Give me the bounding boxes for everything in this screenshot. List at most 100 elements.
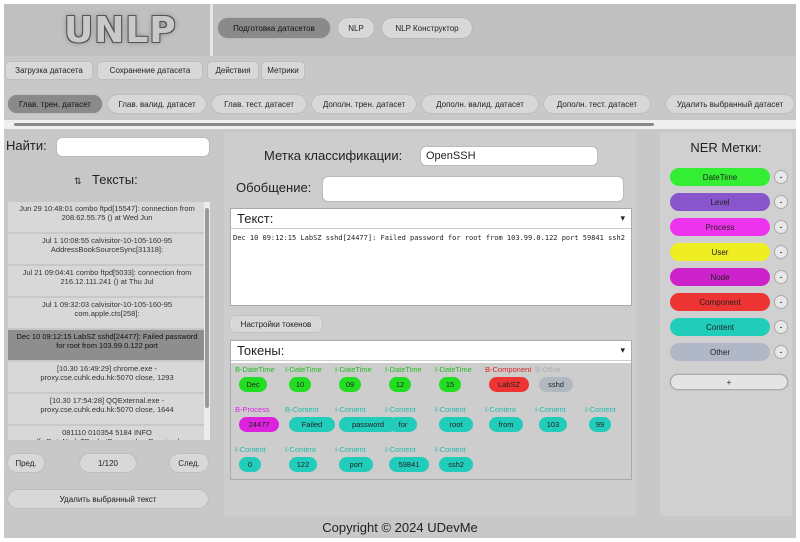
token-chip[interactable]: port (339, 457, 373, 472)
texts-title: Тексты: (92, 172, 138, 187)
token-chip[interactable]: ssh2 (439, 457, 473, 472)
class-label: Метка классификации: (264, 148, 403, 163)
token-chip[interactable]: from (489, 417, 523, 432)
token-label: I-DateTime (385, 365, 422, 374)
token-label: B-Component (485, 365, 532, 374)
ner-label-node[interactable]: Node (670, 268, 770, 286)
prev-button[interactable]: Пред. (8, 454, 44, 472)
chevron-down-icon[interactable]: ▾ (620, 213, 625, 224)
text-section-header[interactable]: Текст: ▾ (231, 209, 631, 229)
delete-text-button[interactable]: Удалить выбранный текст (8, 490, 208, 508)
token-chip[interactable]: 59841 (389, 457, 429, 472)
ner-label-list: DateTime - Level - Process - User - Node - Compone… (660, 168, 792, 398)
token-label: I-Content (385, 445, 416, 454)
menu-metrics[interactable]: Метрики (262, 62, 304, 79)
menu-actions[interactable]: Действия (208, 62, 258, 79)
remove-label-button[interactable]: - (774, 320, 788, 334)
token-settings-button[interactable]: Настройки токенов (230, 316, 322, 332)
remove-label-button[interactable]: - (774, 170, 788, 184)
list-item[interactable]: Jul 1 10:08:55 calvisitor-10-105-160-95 … (8, 234, 206, 264)
list-scrollbar[interactable] (204, 202, 210, 440)
token-chip[interactable]: 09 (339, 377, 361, 392)
app-logo: UNLP (64, 10, 177, 51)
tab-main-train[interactable]: Глав. трен. датасет (8, 95, 102, 113)
token-chip[interactable]: for (389, 417, 417, 432)
token-label: I-Content (435, 405, 466, 414)
token-chip[interactable]: Failed (289, 417, 335, 432)
tab-extra-test[interactable]: Дополн. тест. датасет (544, 95, 650, 113)
list-item[interactable]: Jun 29 10:48:01 combo ftpd[15547]: conne… (8, 202, 206, 232)
tab-main-valid[interactable]: Глав. валид. датасет (108, 95, 206, 113)
tab-extra-valid[interactable]: Дополн. валид. датасет (422, 95, 538, 113)
tokens-section-header[interactable]: Токены: ▾ (231, 341, 631, 361)
scrollbar-thumb[interactable] (14, 123, 654, 126)
token-chip[interactable]: root (439, 417, 473, 432)
list-item[interactable]: [10.30 16:49:29] chrome.exe - proxy.cse.… (8, 362, 206, 392)
remove-label-button[interactable]: - (774, 345, 788, 359)
class-input[interactable]: OpenSSH (420, 146, 598, 166)
tab-dataset-prep[interactable]: Подготовка датасетов (218, 18, 330, 38)
token-label: I-Content (485, 405, 516, 414)
search-input[interactable] (56, 137, 210, 157)
editor-panel: Метка классификации: OpenSSH Обобщение: … (224, 132, 636, 516)
remove-label-button[interactable]: - (774, 195, 788, 209)
scrollbar-thumb[interactable] (205, 208, 209, 408)
texts-list: Jun 29 10:48:01 combo ftpd[15547]: conne… (4, 200, 214, 440)
horizontal-scrollbar[interactable] (4, 120, 796, 129)
add-label-button[interactable]: + (670, 374, 788, 390)
remove-label-button[interactable]: - (774, 270, 788, 284)
token-chip[interactable]: sshd (539, 377, 573, 392)
tab-main-test[interactable]: Глав. тест. датасет (212, 95, 306, 113)
remove-label-button[interactable]: - (774, 245, 788, 259)
list-item[interactable]: [10.30 17:54:28] QQExternal.exe - proxy.… (8, 394, 206, 424)
remove-label-button[interactable]: - (774, 220, 788, 234)
token-chip[interactable]: LabSZ (489, 377, 529, 392)
tokens-area: B-DateTime Dec I-DateTime 10 I-DateTime 09 I-D… (231, 363, 631, 479)
token-chip[interactable]: 103 (539, 417, 567, 432)
token-chip[interactable]: 24477 (239, 417, 279, 432)
ner-label-content[interactable]: Content (670, 318, 770, 336)
list-item[interactable]: 081110 010354 5184 INFO dfs.DataNode$Pac… (8, 426, 206, 440)
ner-label-process[interactable]: Process (670, 218, 770, 236)
text-section: Текст: ▾ Dec 10 09:12:15 LabSZ sshd[2447… (230, 208, 632, 306)
token-chip[interactable]: 12 (389, 377, 411, 392)
token-label: B-Other (535, 365, 562, 374)
remove-label-button[interactable]: - (774, 295, 788, 309)
chevron-down-icon[interactable]: ▾ (620, 345, 625, 356)
list-item[interactable]: Jul 21 09:04:41 combo ftpd[5033]: connec… (8, 266, 206, 296)
menu-save-dataset[interactable]: Сохранение датасета (98, 62, 202, 79)
token-chip[interactable]: 15 (439, 377, 461, 392)
ner-label-component[interactable]: Component (670, 293, 770, 311)
ner-label-level[interactable]: Level (670, 193, 770, 211)
delete-dataset-button[interactable]: Удалить выбранный датасет (666, 95, 794, 113)
token-label: B-DateTime (235, 365, 275, 374)
token-label: I-Content (335, 445, 366, 454)
summary-input[interactable] (322, 176, 624, 202)
token-chip[interactable]: 99 (589, 417, 611, 432)
summary-label: Обобщение: (236, 180, 312, 195)
list-item[interactable]: Jul 1 09:32:03 calvisitor-10-105-160-95 … (8, 298, 206, 328)
text-body[interactable]: Dec 10 09:12:15 LabSZ sshd[24477]: Faile… (233, 233, 629, 243)
ner-title: NER Метки: (690, 140, 762, 155)
dataset-tabs: Глав. трен. датасет Глав. валид. датасет… (4, 87, 796, 120)
next-button[interactable]: След. (170, 454, 208, 472)
token-label: I-Content (385, 405, 416, 414)
token-chip[interactable]: 122 (289, 457, 317, 472)
texts-panel: Найти: ⇅ Тексты: Jun 29 10:48:01 combo f… (4, 132, 214, 516)
ner-label-datetime[interactable]: DateTime (670, 168, 770, 186)
token-label: I-Content (335, 405, 366, 414)
menu-load-dataset[interactable]: Загрузка датасета (6, 62, 92, 79)
list-item-selected[interactable]: Dec 10 09:12:15 LabSZ sshd[24477]: Faile… (8, 330, 206, 360)
tab-nlp[interactable]: NLP (338, 18, 374, 38)
sort-icon[interactable]: ⇅ (74, 176, 82, 187)
token-chip[interactable]: 0 (239, 457, 261, 472)
tab-nlp-constructor[interactable]: NLP Конструктор (382, 18, 472, 38)
token-chip[interactable]: 10 (289, 377, 311, 392)
token-label: I-Content (235, 445, 266, 454)
ner-label-user[interactable]: User (670, 243, 770, 261)
token-label: B-Process (235, 405, 270, 414)
app-window: UNLP Подготовка датасетов NLP NLP Констр… (4, 4, 796, 538)
token-chip[interactable]: Dec (239, 377, 267, 392)
ner-label-other[interactable]: Other (670, 343, 770, 361)
tab-extra-train[interactable]: Дополн. трен. датасет (312, 95, 416, 113)
